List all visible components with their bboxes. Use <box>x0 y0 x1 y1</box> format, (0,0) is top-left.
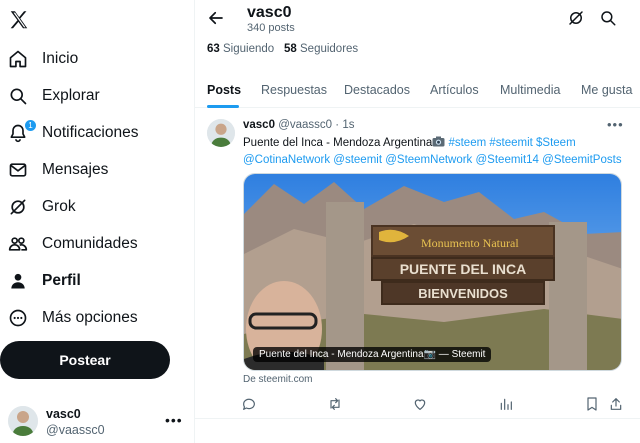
person-icon <box>7 270 29 292</box>
tweet-mentions[interactable]: @CotinaNetwork @steemit @SteemNetwork @S… <box>243 154 622 166</box>
people-icon <box>7 233 29 255</box>
following-link[interactable]: 63 Siguiendo <box>207 43 274 55</box>
nav-label: Mensajes <box>42 161 109 178</box>
nav-label: Notificaciones <box>42 124 139 141</box>
post-button[interactable]: Postear <box>0 341 170 379</box>
account-switcher[interactable]: vasc0 @vaassc0 ••• <box>0 402 194 442</box>
back-arrow-icon[interactable] <box>207 9 225 27</box>
grok-icon[interactable] <box>567 9 585 27</box>
tweet-header: vasc0 @vaassc0 · 1s <box>243 119 354 131</box>
tweet-text: Puente del Inca - Mendoza Argentina #ste… <box>243 135 623 168</box>
account-handle: @vaassc0 <box>46 423 105 437</box>
envelope-icon <box>7 159 29 181</box>
nav-label: Más opciones <box>42 309 138 326</box>
tweet-handle[interactable]: @vaassc0 <box>278 119 332 131</box>
tab-highlights[interactable]: Destacados <box>344 72 410 108</box>
sign-line2: PUENTE DEL INCA <box>400 261 527 277</box>
tweet-separator: · <box>335 119 340 131</box>
followers-link[interactable]: 58 Seguidores <box>284 43 358 55</box>
tweet-author[interactable]: vasc0 <box>243 119 275 131</box>
nav-label: Grok <box>42 198 76 215</box>
followers-label: Seguidores <box>300 43 359 55</box>
tweet-text-plain: Puente del Inca - Mendoza Argentina <box>243 137 433 149</box>
nav-label: Inicio <box>42 50 79 67</box>
main-column: vasc0 340 posts 63 Siguiendo 58 Seguidor… <box>194 0 640 443</box>
reply-icon[interactable] <box>241 396 257 412</box>
x-logo-icon[interactable] <box>8 9 30 31</box>
card-caption: Puente del Inca - Mendoza Argentina📷 — S… <box>253 347 492 362</box>
like-icon[interactable] <box>412 396 428 412</box>
profile-name: vasc0 <box>247 4 292 21</box>
card-source[interactable]: De steemit.com <box>243 374 312 385</box>
views-icon[interactable] <box>498 396 514 412</box>
repost-icon[interactable] <box>327 396 343 412</box>
following-count: 63 <box>207 43 220 55</box>
tweet-hashtags[interactable]: #steem #steemit $Steem <box>448 137 575 149</box>
profile-tabs: Posts Respuestas Destacados Artículos Mu… <box>195 72 640 108</box>
more-circle-icon <box>7 307 29 329</box>
home-icon <box>7 48 29 70</box>
tab-articles[interactable]: Artículos <box>430 72 479 108</box>
posts-count: 340 posts <box>247 22 295 34</box>
camera-icon <box>432 136 445 147</box>
tab-media[interactable]: Multimedia <box>500 72 560 108</box>
avatar <box>8 406 38 436</box>
nav-label: Explorar <box>42 87 100 104</box>
tab-replies[interactable]: Respuestas <box>261 72 327 108</box>
card-image: Monumento Natural PUENTE DEL INCA BIENVE… <box>244 174 621 370</box>
search-icon[interactable] <box>599 9 617 27</box>
left-navigation: Inicio Explorar 1 Notificaciones Mensaje… <box>0 0 194 443</box>
nav-label: Comunidades <box>42 235 138 252</box>
bell-icon: 1 <box>7 120 36 144</box>
grok-icon <box>7 196 29 218</box>
next-tweet-placeholder <box>195 420 640 443</box>
nav-label: Perfil <box>42 272 81 289</box>
avatar[interactable] <box>207 119 235 147</box>
profile-header: vasc0 340 posts <box>195 0 640 38</box>
active-tab-indicator <box>207 105 239 108</box>
followers-count: 58 <box>284 43 297 55</box>
sign-line1: Monumento Natural <box>421 236 519 250</box>
following-label: Siguiendo <box>223 43 275 55</box>
sign-line3: BIENVENIDOS <box>418 286 508 301</box>
notification-badge: 1 <box>25 120 36 131</box>
more-dots-icon[interactable]: ••• <box>607 117 624 132</box>
tweet[interactable]: vasc0 @vaassc0 · 1s ••• Puente del Inca … <box>195 109 640 419</box>
tweet-actions <box>195 392 640 416</box>
bookmark-icon[interactable] <box>584 396 600 412</box>
tweet-time[interactable]: 1s <box>342 119 354 131</box>
tab-likes[interactable]: Me gusta <box>581 72 632 108</box>
account-name: vasc0 <box>46 407 81 421</box>
tab-posts[interactable]: Posts <box>207 72 241 108</box>
share-icon[interactable] <box>608 396 624 412</box>
more-dots-icon[interactable]: ••• <box>165 412 183 428</box>
search-icon <box>7 85 29 107</box>
link-card[interactable]: Monumento Natural PUENTE DEL INCA BIENVE… <box>243 173 622 371</box>
